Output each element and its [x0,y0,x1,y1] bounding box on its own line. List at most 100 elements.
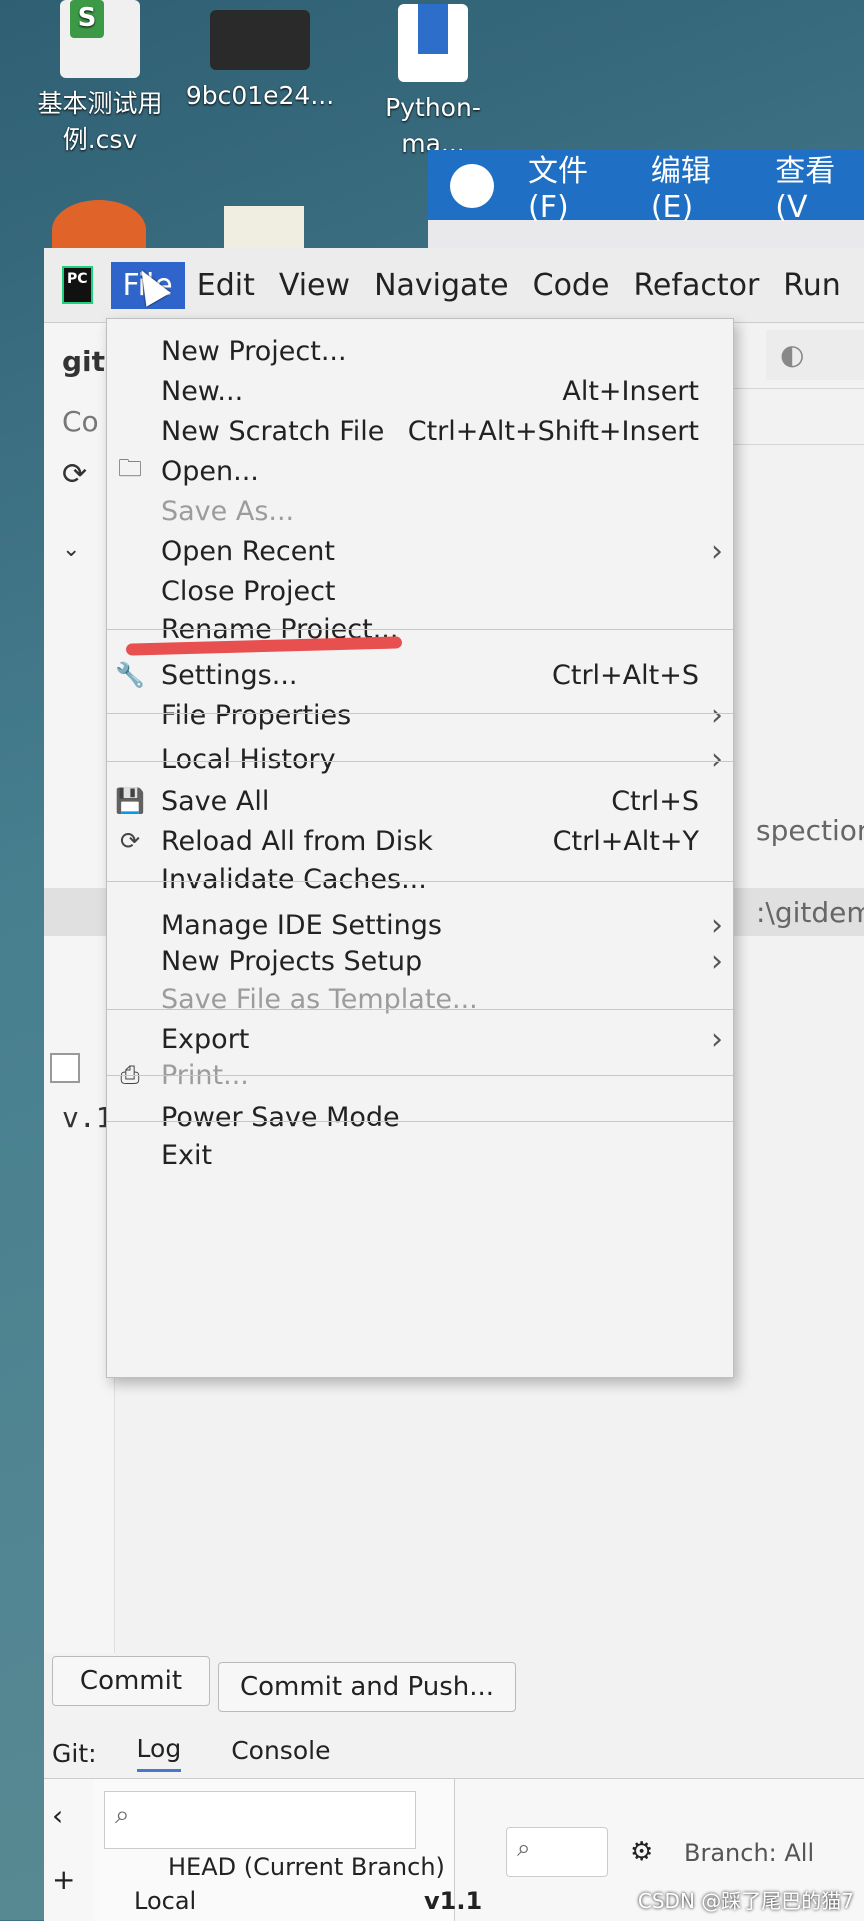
chevron-down-icon[interactable]: ⌄ [62,537,80,562]
menu-item-manage-ide-settings[interactable]: Manage IDE Settings › [107,905,733,945]
menu-navigate[interactable]: Navigate [362,262,521,309]
menu-item-power-save-mode[interactable]: Power Save Mode [107,1097,733,1137]
menu-item-open[interactable]: 🗀 Open... [107,451,733,491]
menu-item-label: New Project... [161,335,347,367]
desktop-icon-image[interactable]: 9bc01e24... [185,0,335,114]
watermark: CSDN @踩了尾巴的猫7 [637,1889,854,1913]
branch-search-input[interactable]: ⌕ [104,1791,416,1849]
menu-item-label: Open Recent [161,535,336,567]
reload-icon: ⟳ [119,827,141,855]
bg-menu-view[interactable]: 查看(V [775,146,864,225]
commit-buttons: Commit Commit and Push... [44,1656,864,1716]
file-menu: New Project... New... Alt+Insert New Scratc… [106,318,734,1378]
menu-item-open-recent[interactable]: Open Recent › [107,531,733,571]
menu-tools[interactable]: To [853,262,864,309]
menu-item-label: Close Project [161,575,336,607]
menu-item-label: Power Save Mode [161,1101,400,1133]
menu-separator [107,1075,733,1076]
menu-item-label: Export [161,1023,250,1055]
menu-item-label: New Scratch File [161,415,385,447]
menu-item-new-project[interactable]: New Project... [107,331,733,371]
menu-item-settings[interactable]: 🔧 Settings... Ctrl+Alt+S [107,655,733,695]
menu-item-shortcut: Ctrl+Alt+S [552,659,699,691]
menu-item-export[interactable]: Export › [107,1019,733,1059]
chevron-right-icon: › [711,907,723,943]
menu-item-save-file-as-template[interactable]: Save File as Template... [107,979,733,1019]
log-search-input[interactable]: ⌕ [506,1827,608,1877]
tab-log[interactable]: Log [136,1734,182,1772]
menu-item-local-history[interactable]: Local History › [107,739,733,779]
refresh-icon[interactable]: ⟳ [62,457,87,492]
menu-item-new[interactable]: New... Alt+Insert [107,371,733,411]
inspection-fragment: spection [756,814,864,847]
menu-item-file-properties[interactable]: File Properties › [107,695,733,735]
menu-item-save-all[interactable]: 💾 Save All Ctrl+S [107,781,733,821]
menu-item-label: Save As... [161,495,295,527]
menu-item-label: New... [161,375,244,407]
commit-and-push-button[interactable]: Commit and Push... [218,1662,516,1712]
gear-icon[interactable]: ⚙ [630,1837,653,1867]
project-name-fragment: git [62,345,106,378]
desktop-icon-label: Python-ma... [385,93,481,158]
menu-item-label: Exit [161,1139,213,1171]
toolbar-icon[interactable]: ◐ [780,338,804,371]
right-toolbar: ◐ [766,330,864,380]
path-fragment: :\gitdem [756,896,864,929]
menu-item-save-as[interactable]: Save As... [107,491,733,531]
menu-separator [107,713,733,714]
back-icon[interactable]: ‹ [52,1799,63,1832]
search-icon: ⌕ [517,1834,531,1862]
menu-item-label: Save All [161,785,270,817]
commit-button[interactable]: Commit [52,1656,210,1706]
menu-run[interactable]: Run [771,262,853,309]
add-icon[interactable]: + [52,1863,75,1896]
tab-console[interactable]: Console [231,1736,330,1771]
bg-menu-edit[interactable]: 编辑(E) [651,146,749,225]
menu-item-new-projects-setup[interactable]: New Projects Setup › [107,941,733,981]
folder-icon: 🗀 [118,453,142,482]
tree-item-head[interactable]: HEAD (Current Branch) [168,1853,445,1881]
chevron-right-icon: › [711,533,723,569]
menu-view[interactable]: View [267,262,362,309]
menu-refactor[interactable]: Refactor [621,262,771,309]
menu-item-label: New Projects Setup [161,945,423,977]
menu-separator [107,629,733,630]
menu-separator [107,1009,733,1010]
tag-label: v1.1 [424,1887,483,1915]
menu-item-label: Local History [161,743,336,775]
menu-item-shortcut: Ctrl+Alt+Y [552,825,699,857]
menu-item-shortcut: Ctrl+S [611,785,699,817]
chevron-right-icon: › [711,697,723,733]
menu-separator [107,881,733,882]
menu-item-exit[interactable]: Exit [107,1135,733,1175]
left-panel: git Co ⟳ ⌄ v.1 [44,323,115,1653]
chevron-right-icon: › [711,741,723,777]
desktop-icon-label: 9bc01e24... [185,81,335,110]
desktop-icon-csv[interactable]: S 基本测试用例.csv [25,0,175,158]
document-icon [398,4,468,82]
spreadsheet-icon: S [60,0,140,78]
commit-message-fragment: v.1 [62,1101,113,1134]
search-icon: ⌕ [115,1800,130,1830]
branch-filter-dropdown[interactable]: Branch: All [684,1839,814,1867]
desktop-icon-document[interactable]: Python-ma... [358,0,508,162]
image-thumbnail-icon [210,10,310,70]
branch-tree: ⌕ HEAD (Current Branch) Local [94,1779,455,1921]
menu-item-reload-all-from-disk[interactable]: ⟳ Reload All from Disk Ctrl+Alt+Y [107,821,733,861]
menu-item-new-scratch-file[interactable]: New Scratch File Ctrl+Alt+Shift+Insert [107,411,733,451]
bg-menu-file[interactable]: 文件(F) [528,146,625,225]
menu-edit[interactable]: Edit [185,262,267,309]
tab-fragment[interactable]: Co [62,405,99,438]
menu-item-close-project[interactable]: Close Project [107,571,733,611]
amend-checkbox[interactable] [50,1053,80,1083]
menu-code[interactable]: Code [521,262,622,309]
pycharm-logo-icon: PC [62,266,93,304]
desktop-icon-label: 基本测试用例.csv [37,89,163,154]
git-tabs: Git: Log Console [44,1728,864,1778]
menu-item-invalidate-caches[interactable]: Invalidate Caches... [107,859,733,899]
tree-item-local[interactable]: Local [134,1887,196,1915]
menu-item-shortcut: Alt+Insert [562,375,699,407]
background-window: 文件(F) 编辑(E) 查看(V [428,150,864,260]
menu-item-label: Reload All from Disk [161,825,433,857]
wrench-icon: 🔧 [115,661,145,689]
